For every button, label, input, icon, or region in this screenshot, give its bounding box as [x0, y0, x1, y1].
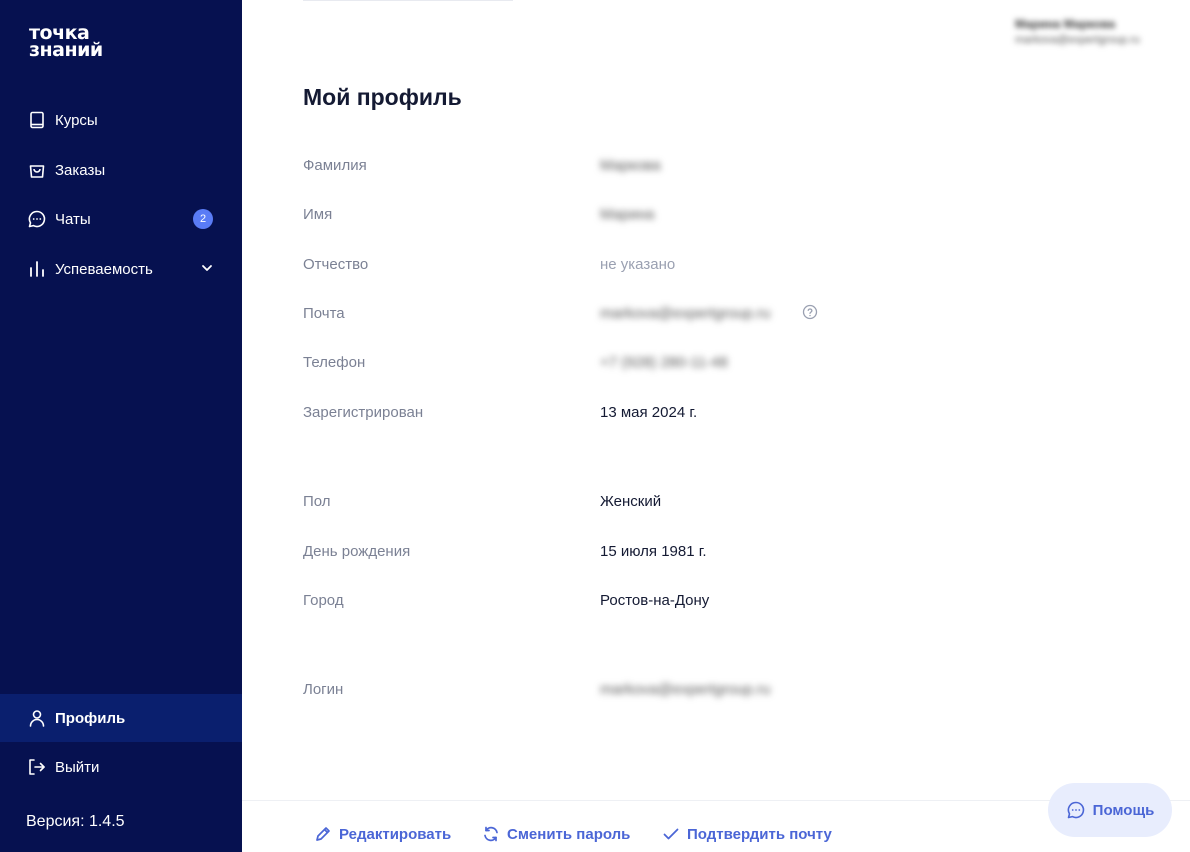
field-value: Ростов-на-Дону	[600, 592, 710, 609]
field-value: Маркова	[600, 157, 661, 174]
question-icon[interactable]	[802, 304, 818, 320]
field-label: Телефон	[303, 354, 366, 371]
field-value: Марина	[600, 206, 655, 223]
confirm-email-label: Подтвердить почту	[687, 825, 832, 843]
sidebar-item-label: Чаты	[55, 210, 91, 228]
chat-icon	[27, 209, 47, 229]
chevron-down-icon[interactable]	[200, 261, 214, 275]
field-email: Почта markova@expertgroup.ru	[303, 304, 1003, 327]
sidebar-item-orders[interactable]: Заказы	[0, 146, 242, 194]
field-label: Логин	[303, 681, 344, 698]
change-password-label: Сменить пароль	[507, 825, 631, 843]
check-icon	[663, 828, 679, 840]
field-value: 13 мая 2024 г.	[600, 404, 698, 421]
field-surname: Фамилия Маркова	[303, 157, 1003, 179]
field-value: markova@expertgroup.ru	[600, 681, 771, 698]
field-registered: Зарегистрирован 13 мая 2024 г.	[303, 404, 1003, 426]
field-label: Отчество	[303, 256, 369, 273]
field-value: не указано	[600, 256, 676, 273]
help-label: Помощь	[1092, 801, 1155, 819]
refresh-icon	[484, 826, 498, 842]
sidebar-item-label: Выйти	[55, 758, 100, 776]
logo[interactable]: точка знаний	[29, 24, 121, 64]
logo-text-bottom: знаний	[29, 39, 103, 61]
sidebar-item-label: Заказы	[55, 161, 106, 179]
user-icon	[27, 708, 47, 728]
chats-badge: 2	[193, 209, 213, 229]
change-password-button[interactable]: Сменить пароль	[482, 823, 630, 845]
chat-icon	[1067, 801, 1084, 819]
field-value: markova@expertgroup.ru	[600, 305, 771, 322]
field-phone: Телефон +7 (928) 280-11-48	[303, 354, 1003, 376]
bag-icon	[27, 160, 47, 180]
logout-icon	[27, 757, 47, 777]
top-divider	[303, 0, 513, 1]
sidebar-item-label: Курсы	[55, 111, 98, 129]
field-label: Фамилия	[303, 157, 367, 174]
sidebar-item-logout[interactable]: Выйти	[0, 743, 242, 791]
app-version: Версия: 1.4.5	[26, 813, 125, 830]
field-value: +7 (928) 280-11-48	[600, 354, 728, 371]
field-label: Город	[303, 592, 344, 609]
sidebar-item-courses[interactable]: Курсы	[0, 96, 242, 144]
edit-label: Редактировать	[339, 825, 452, 843]
field-city: Город Ростов-на-Дону	[303, 592, 1003, 614]
sidebar-item-label: Успеваемость	[55, 260, 153, 278]
sidebar-item-chats[interactable]: Чаты 2	[0, 195, 242, 243]
edit-button[interactable]: Редактировать	[314, 823, 451, 845]
sidebar-item-label: Профиль	[55, 709, 126, 727]
field-value: 15 июля 1981 г.	[600, 543, 707, 560]
confirm-email-button[interactable]: Подтвердить почту	[662, 823, 832, 845]
field-gender: Пол Женский	[303, 493, 1003, 515]
pencil-icon	[316, 827, 330, 841]
bar-chart-icon	[27, 259, 47, 279]
sidebar-item-progress[interactable]: Успеваемость	[0, 245, 242, 293]
sidebar: точка знаний Курсы Заказы Чаты 2 Успевае…	[0, 0, 242, 852]
field-patronymic: Отчество не указано	[303, 256, 1003, 278]
field-label: День рождения	[303, 543, 411, 560]
user-menu[interactable]: Марина Маркова markova@expertgroup.ru	[1015, 17, 1185, 46]
user-email: markova@expertgroup.ru	[1015, 34, 1140, 46]
field-label: Зарегистрирован	[303, 404, 424, 421]
field-name: Имя Марина	[303, 206, 1003, 228]
field-label: Почта	[303, 305, 345, 322]
book-icon	[27, 110, 47, 130]
field-label: Имя	[303, 206, 333, 223]
field-value: Женский	[600, 493, 662, 510]
field-birthday: День рождения 15 июля 1981 г.	[303, 543, 1003, 565]
field-label: Пол	[303, 493, 331, 510]
help-button[interactable]: Помощь	[1048, 783, 1172, 837]
sidebar-item-profile[interactable]: Профиль	[0, 694, 242, 742]
page-title: Мой профиль	[303, 84, 462, 110]
user-name: Марина Маркова	[1015, 17, 1115, 31]
field-login: Логин markova@expertgroup.ru	[303, 681, 1003, 703]
